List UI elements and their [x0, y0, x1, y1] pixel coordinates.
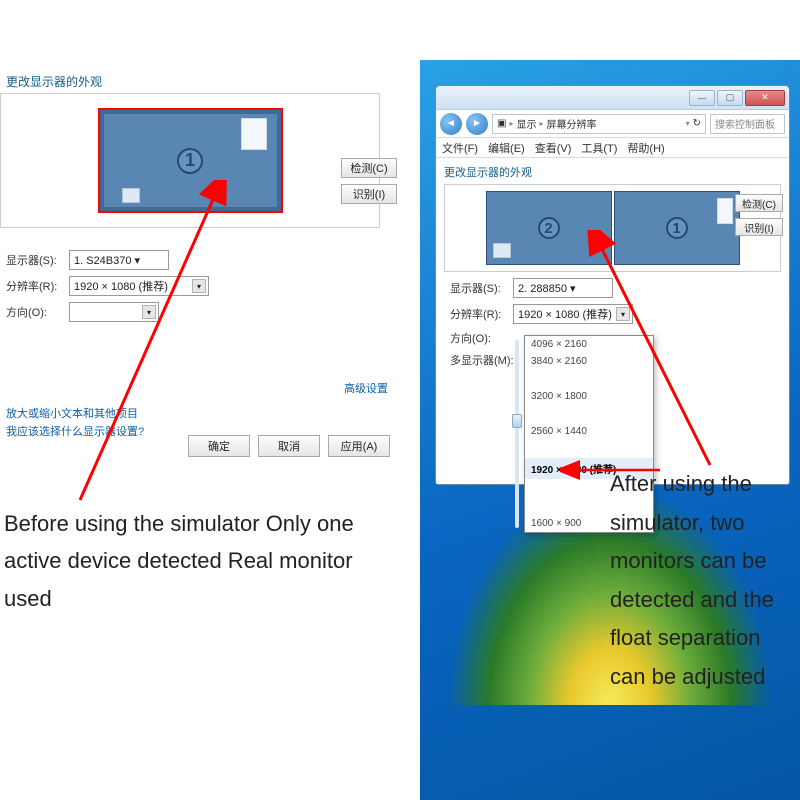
dropdown-icon[interactable]: ▾ [686, 119, 690, 128]
multi-display-label: 多显示器(M): [450, 352, 520, 368]
monitor-id-badge: 2 [538, 217, 560, 239]
identify-button[interactable]: 识别(I) [735, 218, 783, 236]
monitor-icon [122, 188, 140, 203]
ok-button[interactable]: 确定 [188, 435, 250, 457]
folder-icon: ▣ [497, 118, 506, 129]
display-panel-icon [241, 118, 267, 150]
orientation-label: 方向(O): [450, 330, 505, 346]
res-option[interactable]: 3840 × 2160 [525, 353, 653, 370]
panel-after-title: 更改显示器的外观 [436, 158, 789, 182]
monitor-preview-after: 2 1 [444, 184, 781, 272]
monitor-1[interactable]: 1 [614, 191, 740, 265]
refresh-icon[interactable]: ↻ [693, 118, 701, 129]
monitor-id-badge: 1 [666, 217, 688, 239]
monitor-preview-before: 1 [0, 93, 380, 228]
menu-file[interactable]: 文件(F) [442, 140, 478, 156]
panel-before: 更改显示器的外观 1 检测(C) 识别(I) 显示器(S): 1. S24B37… [0, 70, 400, 470]
monitor-id-badge: 1 [177, 148, 203, 174]
res-option[interactable]: 2560 × 1440 [525, 423, 653, 440]
res-option[interactable]: 3200 × 1800 [525, 388, 653, 405]
resolution-dropdown[interactable]: 1920 × 1080 (推荐)▾ [69, 276, 209, 296]
menu-tools[interactable]: 工具(T) [581, 140, 617, 156]
display-dropdown[interactable]: 2. 288850 ▾ [513, 278, 613, 298]
forward-button[interactable]: ► [466, 113, 488, 135]
cancel-button[interactable]: 取消 [258, 435, 320, 457]
slider-thumb[interactable] [512, 414, 522, 428]
monitor-2[interactable]: 2 [486, 191, 612, 265]
which-settings-link[interactable]: 我应该选择什么显示器设置? [6, 426, 144, 438]
side-buttons: 检测(C) 识别(I) [341, 158, 397, 204]
resolution-label: 分辨率(R): [6, 278, 61, 294]
chevron-down-icon: ▾ [192, 279, 206, 293]
menu-view[interactable]: 查看(V) [535, 140, 572, 156]
menu-bar: 文件(F) 编辑(E) 查看(V) 工具(T) 帮助(H) [436, 138, 789, 158]
panel-before-title: 更改显示器的外观 [0, 70, 400, 93]
display-label: 显示器(S): [450, 280, 505, 296]
caption-before: Before using the simulator Only one acti… [4, 505, 399, 617]
explorer-nav: ◄ ► ▣ ▸ 显示 ▸ 屏幕分辨率 ▾ ↻ 搜索控制面板 [436, 110, 789, 138]
resolution-dropdown[interactable]: 1920 × 1080 (推荐)▾ [513, 304, 633, 324]
back-button[interactable]: ◄ [440, 113, 462, 135]
apply-button[interactable]: 应用(A) [328, 435, 390, 457]
advanced-settings-link[interactable]: 高级设置 [344, 380, 388, 396]
maximize-button[interactable]: ▢ [717, 90, 743, 106]
display-label: 显示器(S): [6, 252, 61, 268]
orientation-label: 方向(O): [6, 304, 61, 320]
help-links: 放大或缩小文本和其他项目 我应该选择什么显示器设置? [6, 405, 144, 441]
detect-button[interactable]: 检测(C) [735, 194, 783, 212]
orientation-dropdown[interactable]: ▾ [69, 302, 159, 322]
window-title-bar[interactable]: — ▢ ✕ [436, 86, 789, 110]
display-panel-icon [717, 198, 733, 224]
close-button[interactable]: ✕ [745, 90, 785, 106]
minimize-button[interactable]: — [689, 90, 715, 106]
detect-button[interactable]: 检测(C) [341, 158, 397, 178]
menu-help[interactable]: 帮助(H) [627, 140, 664, 156]
text-size-link[interactable]: 放大或缩小文本和其他项目 [6, 408, 138, 420]
monitor-icon [493, 243, 511, 258]
identify-button[interactable]: 识别(I) [341, 184, 397, 204]
address-bar[interactable]: ▣ ▸ 显示 ▸ 屏幕分辨率 ▾ ↻ [492, 114, 706, 134]
chevron-down-icon: ▾ [142, 305, 156, 319]
caption-after: After using the simulator, two monitors … [610, 465, 800, 696]
monitor-1[interactable]: 1 [98, 108, 283, 213]
chevron-down-icon: ▾ [616, 307, 630, 321]
menu-edit[interactable]: 编辑(E) [488, 140, 525, 156]
slider-track [515, 340, 519, 528]
search-input[interactable]: 搜索控制面板 [710, 114, 785, 134]
res-option[interactable]: 4096 × 2160 [525, 336, 653, 353]
resolution-label: 分辨率(R): [450, 306, 505, 322]
display-dropdown[interactable]: 1. S24B370 ▾ [69, 250, 169, 270]
